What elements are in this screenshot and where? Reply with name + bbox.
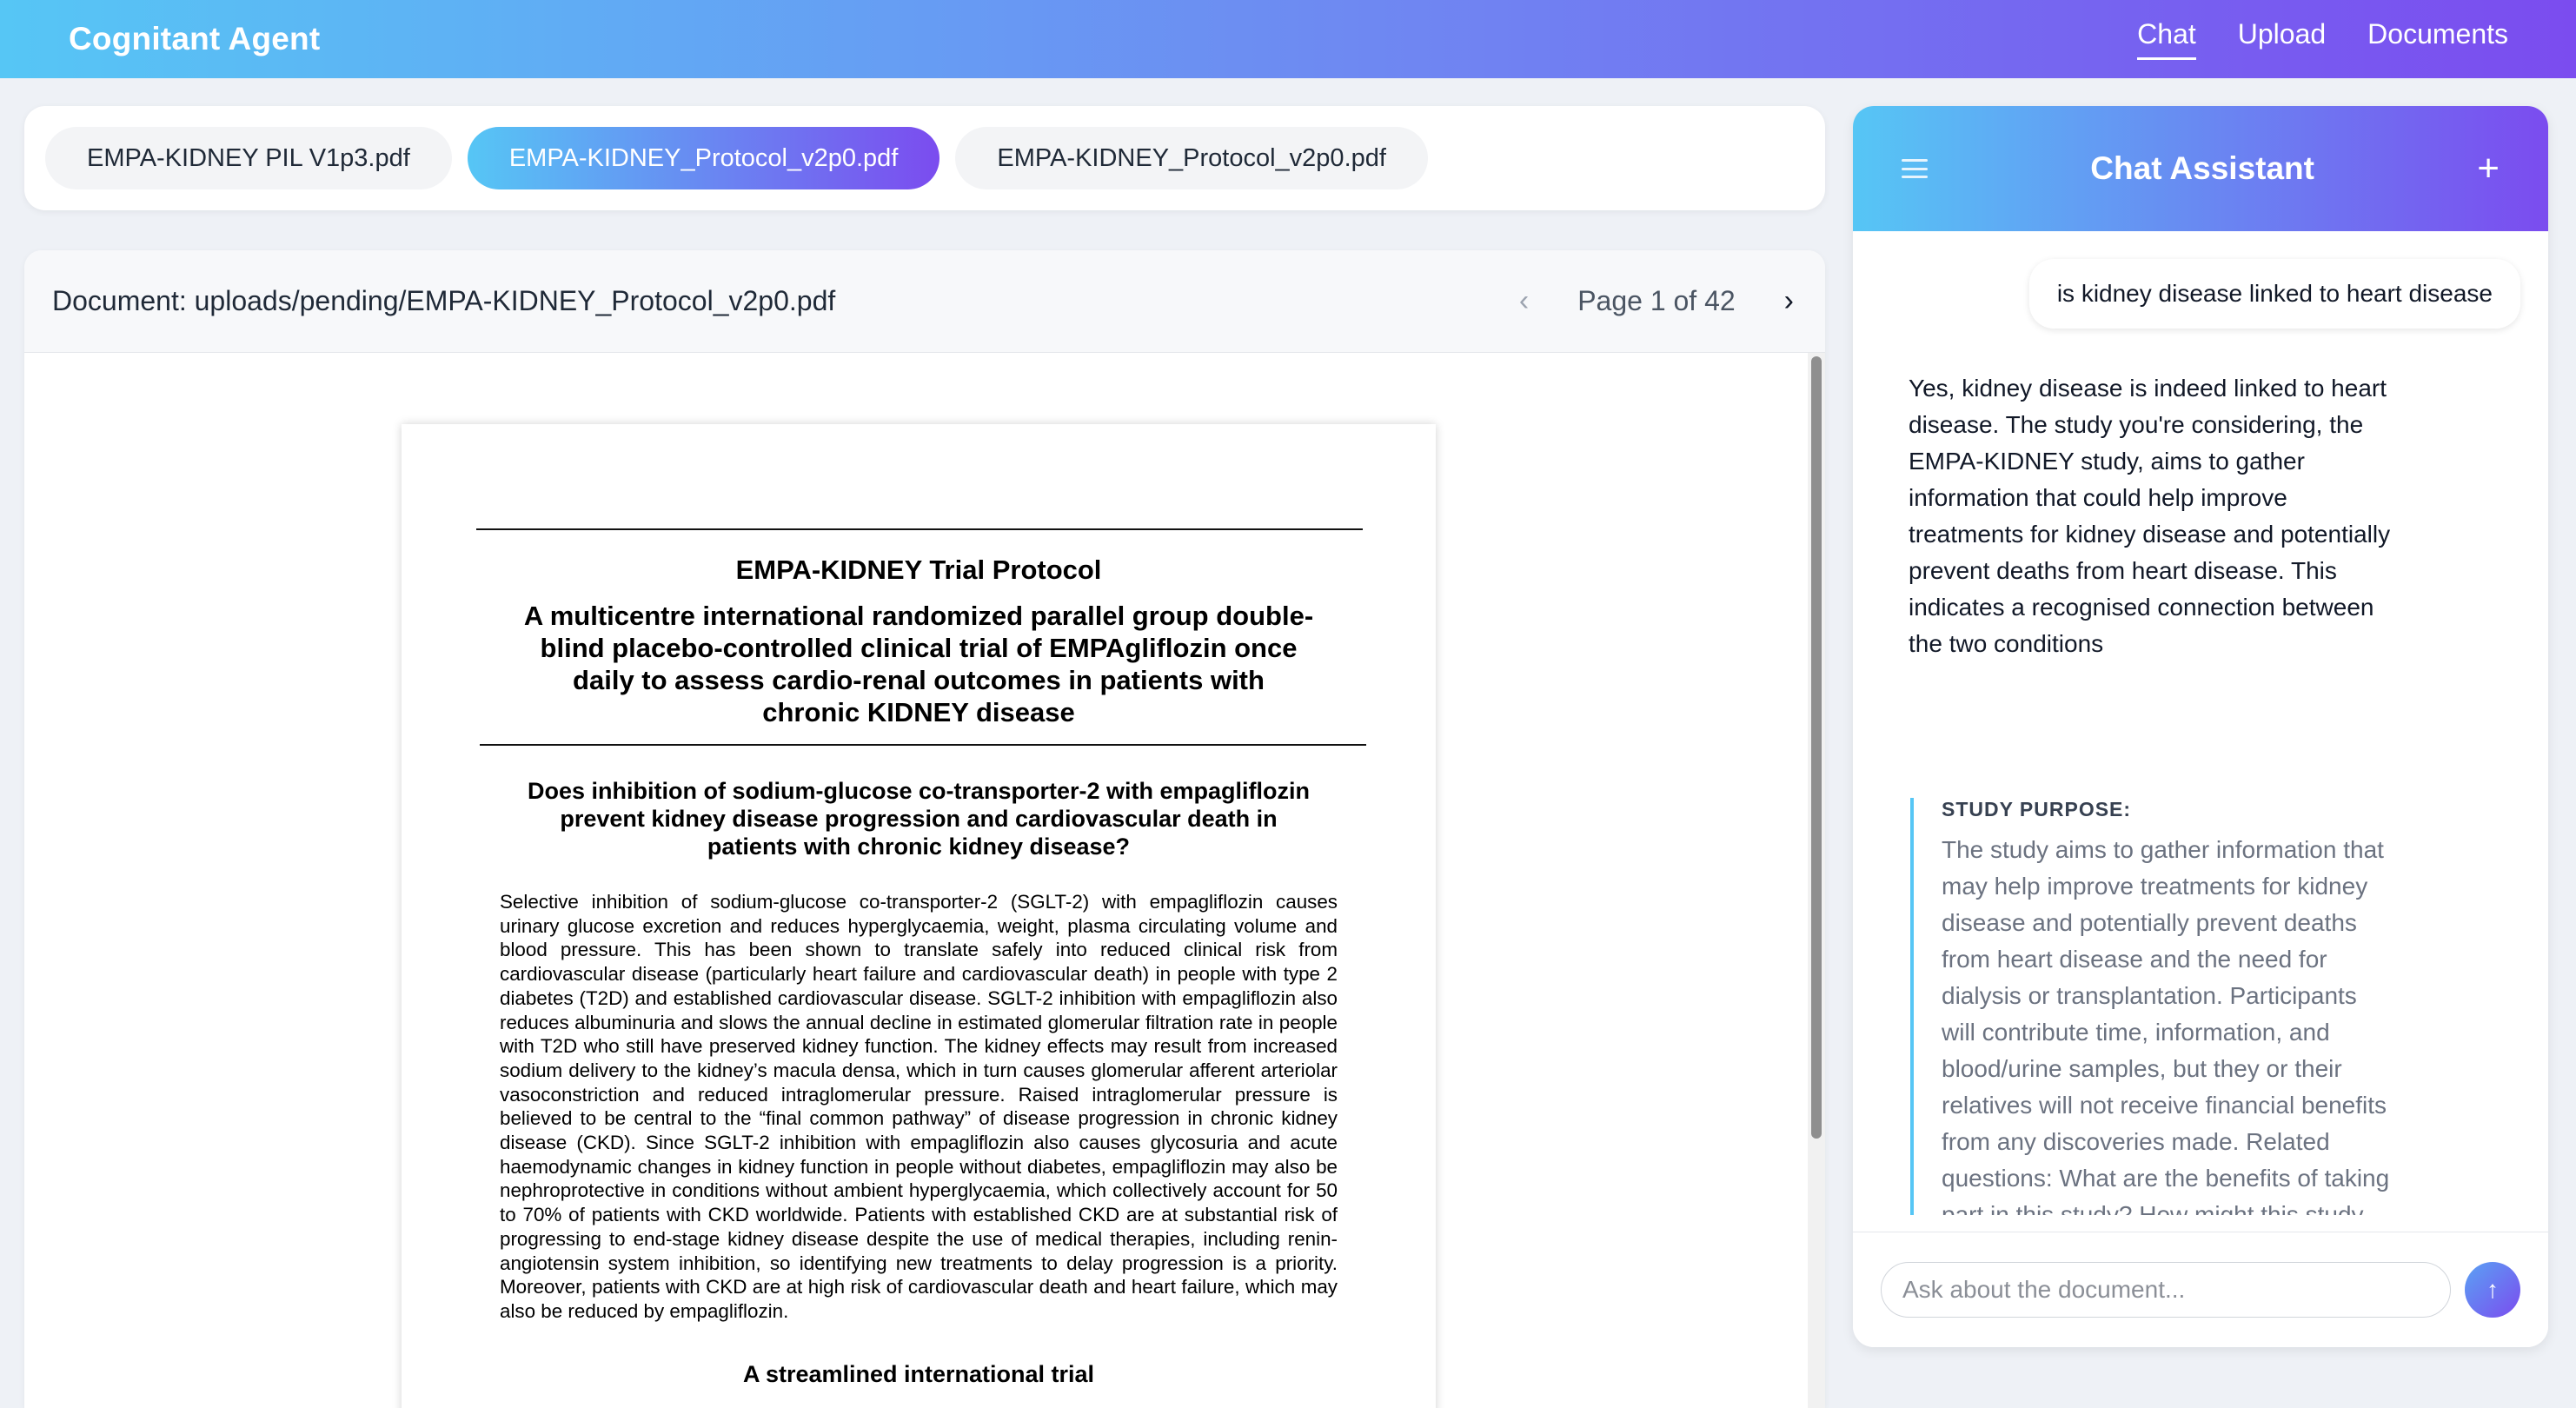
question-line: patients with chronic kidney disease? [707, 834, 1131, 860]
divider [480, 744, 1366, 746]
document-body-text: Selective inhibition of sodium-glucose c… [500, 891, 1338, 1322]
chat-panel: Chat Assistant + is kidney disease linke… [1853, 106, 2548, 1347]
chat-messages[interactable]: is kidney disease linked to heart diseas… [1853, 231, 2548, 1215]
send-icon[interactable]: ↑ [2465, 1262, 2520, 1318]
chat-input-bar: ↑ [1853, 1232, 2548, 1347]
subtitle-line: daily to assess cardio-renal outcomes in… [573, 665, 1265, 695]
nav-documents[interactable]: Documents [2367, 18, 2508, 60]
app-brand[interactable]: Cognitant Agent [69, 21, 320, 57]
chat-input[interactable] [1881, 1262, 2451, 1318]
document-subtitle: A multicentre international randomized p… [402, 600, 1436, 728]
page-indicator: Page 1 of 42 [1577, 285, 1736, 316]
subtitle-line: blind placebo-controlled clinical trial … [540, 633, 1298, 663]
viewer-scrollbar[interactable] [1808, 353, 1825, 1408]
divider [476, 528, 1363, 530]
subtitle-line: chronic KIDNEY disease [762, 697, 1075, 727]
chevron-left-icon[interactable]: ‹ [1519, 284, 1529, 318]
tab-empa-kidney-protocol-active[interactable]: EMPA-KIDNEY_Protocol_v2p0.pdf [467, 127, 940, 189]
pdf-page: EMPA-KIDNEY Trial Protocol A multicentre… [402, 424, 1436, 1408]
section-heading: A streamlined international trial [742, 1361, 1095, 1387]
document-path: Document: uploads/pending/EMPA-KIDNEY_Pr… [52, 285, 836, 316]
question-line: Does inhibition of sodium-glucose co-tra… [527, 778, 1311, 804]
document-tabs: EMPA-KIDNEY PIL V1p3.pdf EMPA-KIDNEY_Pro… [24, 106, 1825, 210]
quote-heading: STUDY PURPOSE: [1942, 798, 2132, 820]
scrollbar-thumb[interactable] [1811, 356, 1822, 1139]
tab-empa-kidney-pil[interactable]: EMPA-KIDNEY PIL V1p3.pdf [45, 127, 452, 189]
document-title: EMPA-KIDNEY Trial Protocol [735, 555, 1102, 585]
user-message: is kidney disease linked to heart diseas… [2028, 259, 2520, 329]
nav-chat[interactable]: Chat [2137, 18, 2196, 60]
question-line: prevent kidney disease progression and c… [560, 806, 1278, 832]
document-viewer: Document: uploads/pending/EMPA-KIDNEY_Pr… [24, 250, 1825, 1408]
tab-empa-kidney-protocol[interactable]: EMPA-KIDNEY_Protocol_v2p0.pdf [955, 127, 1428, 189]
nav-upload[interactable]: Upload [2238, 18, 2326, 60]
assistant-message: Yes, kidney disease is indeed linked to … [1909, 375, 2391, 657]
pdf-canvas-area[interactable]: EMPA-KIDNEY Trial Protocol A multicentre… [24, 353, 1825, 1408]
top-nav-bar: Cognitant Agent Chat Upload Documents [0, 0, 2576, 78]
source-quote: STUDY PURPOSE: The study aims to gather … [1910, 798, 2397, 1215]
menu-icon[interactable] [1902, 159, 1928, 178]
subtitle-line: A multicentre international randomized p… [523, 601, 1314, 631]
pagination: ‹ Page 1 of 42 › [1519, 284, 1794, 318]
main-nav: Chat Upload Documents [2137, 18, 2508, 60]
chat-header: Chat Assistant + [1853, 106, 2548, 231]
research-question: Does inhibition of sodium-glucose co-tra… [402, 777, 1436, 860]
chat-title: Chat Assistant [2090, 150, 2314, 186]
chevron-right-icon[interactable]: › [1784, 284, 1794, 318]
viewer-header: Document: uploads/pending/EMPA-KIDNEY_Pr… [24, 250, 1825, 353]
quote-body: The study aims to gather information tha… [1942, 836, 2390, 1215]
plus-icon[interactable]: + [2477, 149, 2500, 188]
